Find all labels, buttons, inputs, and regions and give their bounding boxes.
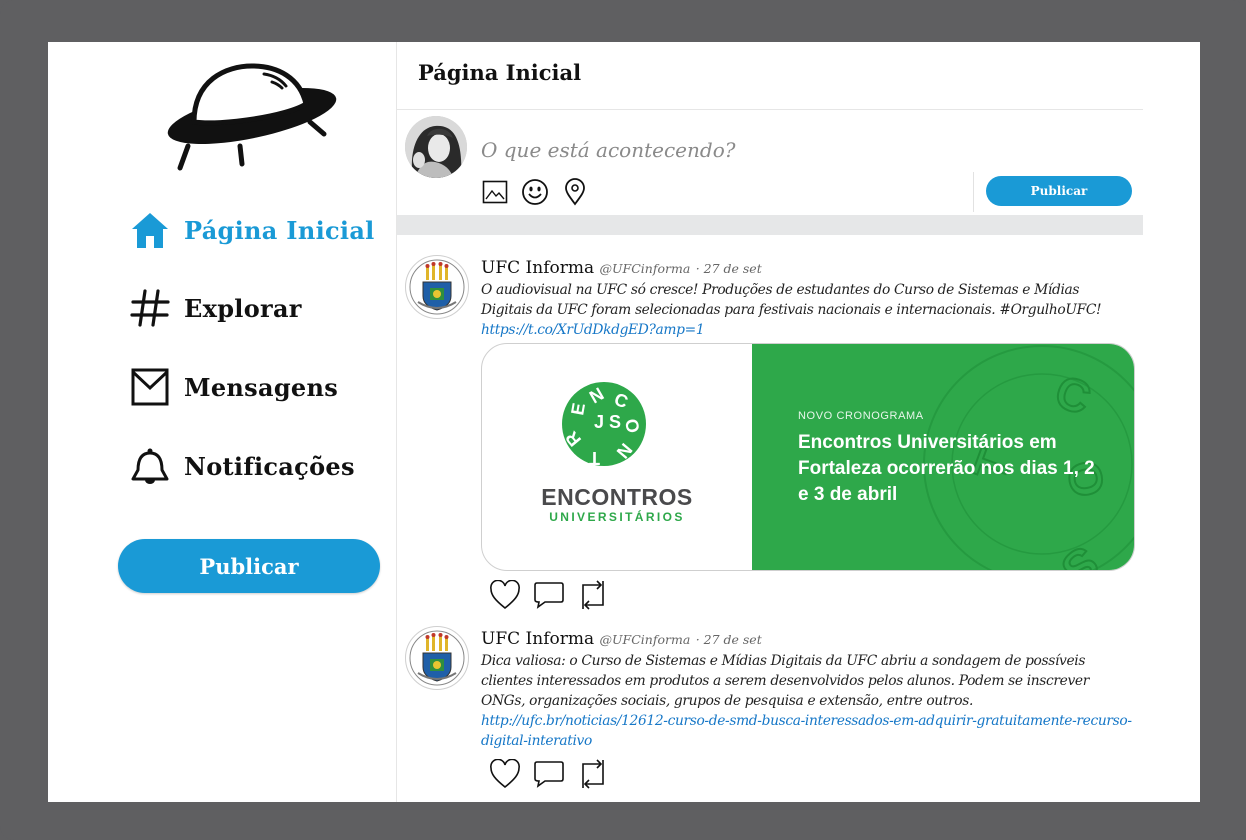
tweet-handle[interactable]: @UFCinforma bbox=[600, 261, 691, 276]
retweet-icon[interactable] bbox=[577, 758, 609, 790]
tweet-text: Dica valiosa: o Curso de Sistemas e Mídi… bbox=[481, 653, 1089, 709]
app-screen: Página Inicial Explorar Mensagens Notifi… bbox=[48, 42, 1200, 802]
reply-icon[interactable] bbox=[533, 758, 565, 790]
nav-item-notifications[interactable]: Notificações bbox=[130, 446, 355, 486]
device-frame: Página Inicial Explorar Mensagens Notifi… bbox=[0, 0, 1246, 840]
nav-item-messages[interactable]: Mensagens bbox=[130, 367, 338, 407]
svg-text:C: C bbox=[1049, 365, 1098, 425]
tweet-actions bbox=[489, 758, 609, 790]
tweet-header: UFC Informa @UFCinforma · 27 de set bbox=[481, 629, 1133, 650]
location-icon[interactable] bbox=[561, 178, 589, 206]
nav-label-notifications: Notificações bbox=[184, 451, 355, 481]
tweet-date: · 27 de set bbox=[695, 632, 762, 647]
main-feed: Página Inicial O que está acontecendo? P… bbox=[397, 42, 1143, 802]
svg-text:S: S bbox=[609, 412, 621, 432]
tweet-body: UFC Informa @UFCinforma · 27 de set Dica… bbox=[481, 629, 1133, 751]
tweet-date: · 27 de set bbox=[695, 261, 762, 276]
emoji-icon[interactable] bbox=[521, 178, 549, 206]
bell-icon bbox=[130, 446, 170, 486]
compose-publish-button[interactable]: Publicar bbox=[986, 176, 1132, 206]
nav-label-messages: Mensagens bbox=[184, 372, 339, 402]
tweet-link[interactable]: https://t.co/XrUdDkdgED?amp=1 bbox=[481, 320, 1133, 340]
tweet-text: O audiovisual na UFC só cresce! Produçõe… bbox=[481, 282, 1102, 318]
ufo-logo-icon[interactable] bbox=[160, 60, 340, 172]
card-kicker: NOVO CRONOGRAMA bbox=[798, 410, 924, 422]
compose-box: Publicar bbox=[397, 110, 1143, 214]
sidebar: Página Inicial Explorar Mensagens Notifi… bbox=[48, 42, 397, 802]
card-brand-sub: UNIVERSITÁRIOS bbox=[549, 510, 685, 524]
ufc-crest-avatar[interactable] bbox=[405, 255, 469, 319]
card-brand-name: ENCONTROS bbox=[541, 484, 693, 510]
nav-item-home[interactable]: Página Inicial bbox=[130, 210, 375, 250]
tweet-author-name[interactable]: UFC Informa bbox=[481, 629, 594, 649]
envelope-icon bbox=[130, 367, 170, 407]
nav-item-explore[interactable]: Explorar bbox=[130, 288, 302, 328]
sidebar-publish-button[interactable]: Publicar bbox=[118, 539, 380, 593]
heart-icon[interactable] bbox=[489, 758, 521, 790]
tweet-handle[interactable]: @UFCinforma bbox=[600, 632, 691, 647]
feed-separator bbox=[397, 215, 1143, 235]
compose-input[interactable] bbox=[481, 138, 1041, 162]
nav-label-explore: Explorar bbox=[184, 293, 302, 323]
tweet-header: UFC Informa @UFCinforma · 27 de set bbox=[481, 258, 1133, 279]
svg-text:S: S bbox=[1052, 536, 1109, 570]
retweet-icon[interactable] bbox=[577, 579, 609, 611]
svg-text:T: T bbox=[589, 448, 600, 468]
hashtag-icon bbox=[130, 288, 170, 328]
tweet-media-card[interactable]: E N C O N T R J S ENCONTROS UNIVERSITÁRI… bbox=[481, 343, 1135, 571]
nav-label-home: Página Inicial bbox=[184, 215, 375, 245]
card-brand-panel: E N C O N T R J S ENCONTROS UNIVERSITÁRI… bbox=[482, 344, 752, 570]
compose-divider bbox=[973, 172, 974, 212]
tweet-author-name[interactable]: UFC Informa bbox=[481, 258, 594, 278]
tweet-link[interactable]: http://ufc.br/noticias/12612-curso-de-sm… bbox=[481, 711, 1133, 751]
encontros-logo-icon: E N C O N T R J S bbox=[561, 382, 646, 468]
card-title: Encontros Universitários em Fortaleza oc… bbox=[798, 432, 1095, 505]
user-avatar[interactable] bbox=[405, 116, 467, 178]
reply-icon[interactable] bbox=[533, 579, 565, 611]
card-info-panel: C O T S NOVO CRONOGRAMA Encontros Univer… bbox=[752, 344, 1134, 570]
ufc-crest-avatar[interactable] bbox=[405, 626, 469, 690]
heart-icon[interactable] bbox=[489, 579, 521, 611]
tweet-body: UFC Informa @UFCinforma · 27 de set O au… bbox=[481, 258, 1133, 340]
svg-text:J: J bbox=[594, 412, 604, 432]
tweet-actions bbox=[489, 579, 609, 611]
home-icon bbox=[130, 210, 170, 250]
compose-tools bbox=[481, 178, 589, 206]
page-title: Página Inicial bbox=[418, 60, 582, 85]
feed-header: Página Inicial bbox=[397, 42, 1143, 110]
image-icon[interactable] bbox=[481, 178, 509, 206]
